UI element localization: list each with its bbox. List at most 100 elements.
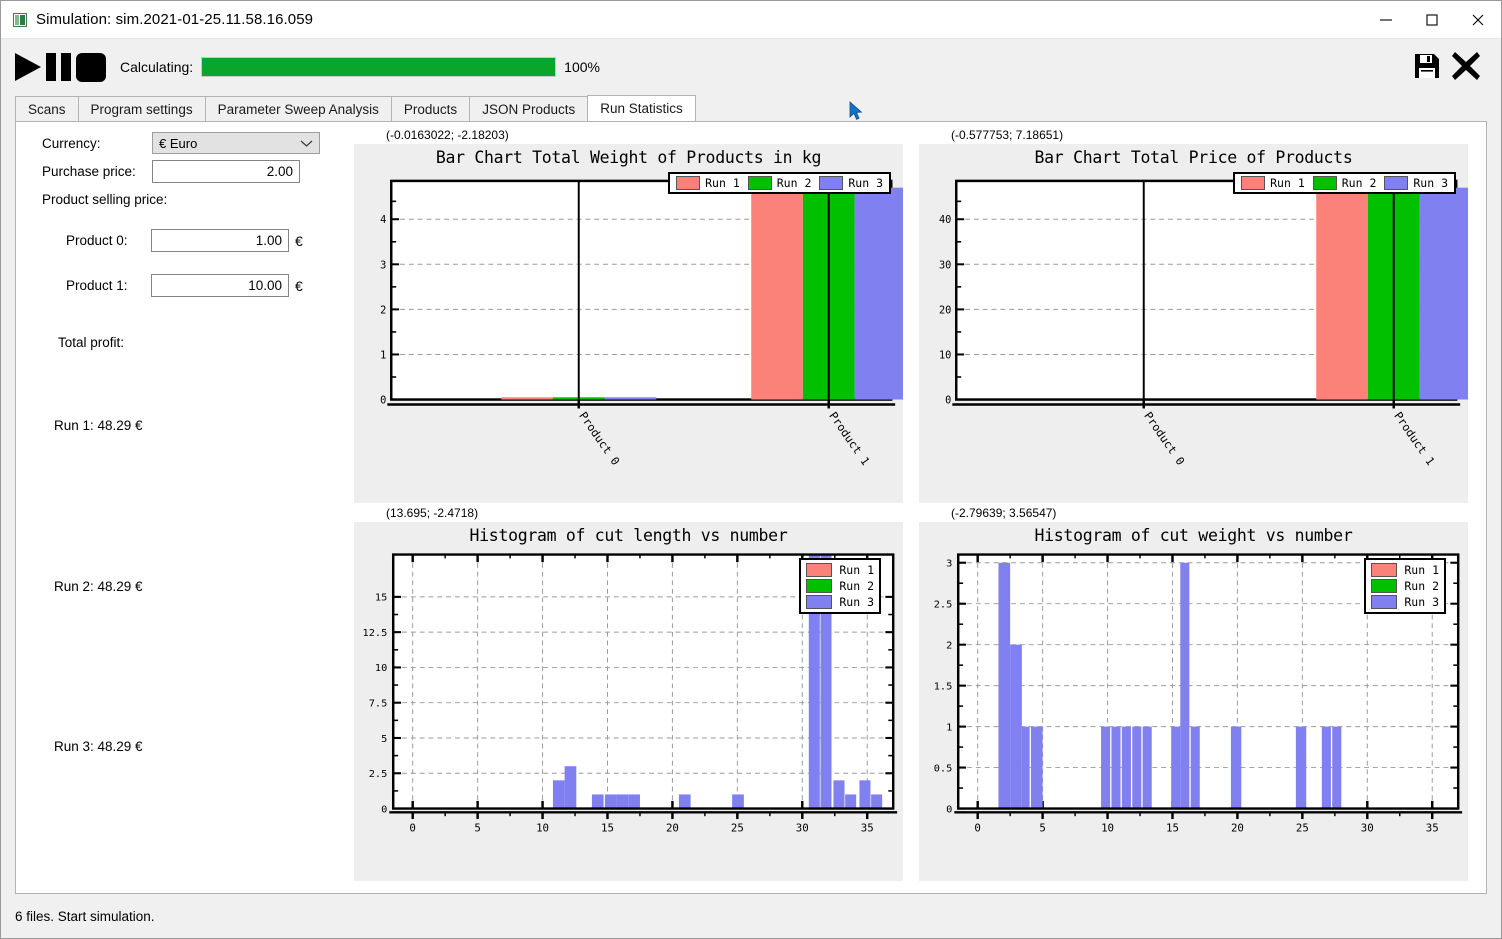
purchase-price-input[interactable]: 2.00 [152, 160, 300, 183]
currency-select[interactable]: € Euro [152, 132, 320, 154]
currency-label: Currency: [42, 135, 101, 151]
svg-text:20: 20 [1231, 822, 1244, 835]
product-0-currency-symbol: € [295, 232, 303, 249]
tab-strip: Scans Program settings Parameter Sweep Ana… [1, 95, 1501, 121]
svg-text:30: 30 [796, 822, 809, 835]
svg-text:Product 0: Product 0 [576, 409, 623, 468]
chevron-down-icon [300, 136, 313, 151]
legend-item: Run 3 [1382, 176, 1450, 190]
tab-json-products[interactable]: JSON Products [469, 96, 589, 121]
product-0-price-input[interactable]: 1.00 [151, 229, 289, 252]
status-text: 6 files. Start simulation. [15, 908, 155, 924]
product-1-price-input[interactable]: 10.00 [151, 274, 289, 297]
svg-text:1.5: 1.5 [934, 682, 953, 693]
svg-text:3: 3 [946, 559, 952, 570]
stop-icon[interactable] [76, 52, 106, 82]
legend-label: Run 3 [848, 176, 883, 190]
legend-item: Run 1 [806, 563, 874, 577]
tab-scans[interactable]: Scans [15, 96, 79, 121]
tab-label: Products [403, 101, 458, 117]
svg-text:3: 3 [380, 259, 386, 271]
legend-label: Run 2 [1404, 579, 1439, 593]
legend-swatch [676, 176, 701, 190]
legend-item: Run 3 [806, 595, 874, 609]
tab-program-settings[interactable]: Program settings [77, 96, 206, 121]
chart-legend: Run 1 Run 2 Run 3 [1364, 558, 1446, 614]
legend-label: Run 1 [1270, 176, 1305, 190]
legend-swatch [1371, 579, 1398, 593]
svg-text:0: 0 [381, 804, 387, 815]
product-selling-price-label: Product selling price: [42, 192, 168, 207]
chart-bar-weight[interactable]: (-0.0163022; -2.18203) Bar Chart Total We… [346, 127, 911, 505]
plot-area[interactable]: Bar Chart Total Weight of Products in kg… [354, 144, 903, 503]
plot-area[interactable]: Histogram of cut weight vs number 0 5 10 15 2… [919, 522, 1468, 881]
product-1-row: Product 1: 10.00 € [16, 274, 346, 297]
legend-swatch [747, 176, 772, 190]
svg-text:Product 1: Product 1 [826, 409, 873, 468]
svg-text:10: 10 [536, 822, 549, 835]
legend-item: Run 1 [674, 176, 742, 190]
svg-text:2.5: 2.5 [369, 769, 388, 780]
chart-legend: Run 1 Run 2 Run 3 [799, 558, 881, 614]
progress-bar-fill [202, 58, 556, 76]
status-bar: 6 files. Start simulation. [1, 894, 1501, 938]
legend-item: Run 1 [1239, 176, 1307, 190]
legend-item: Run 3 [817, 176, 885, 190]
tab-run-statistics[interactable]: Run Statistics [587, 95, 696, 121]
legend-label: Run 1 [1404, 563, 1439, 577]
plot-area[interactable]: Histogram of cut length vs number 0 5 10 15 2… [354, 522, 903, 881]
svg-text:2: 2 [380, 304, 386, 316]
chart-coordinate-readout: (-2.79639; 3.56547) [951, 506, 1057, 520]
svg-text:10: 10 [375, 663, 387, 674]
svg-text:25: 25 [731, 822, 744, 835]
chart-coordinate-readout: (13.695; -2.4718) [386, 506, 479, 520]
legend-item: Run 2 [1311, 176, 1379, 190]
chart-coordinate-readout: (-0.0163022; -2.18203) [386, 128, 509, 142]
play-icon[interactable] [15, 53, 41, 81]
tab-parameter-sweep-analysis[interactable]: Parameter Sweep Analysis [204, 96, 392, 121]
product-1-label: Product 1: [66, 278, 128, 293]
legend-label: Run 1 [705, 176, 740, 190]
pause-icon[interactable] [46, 53, 71, 81]
total-profit-label: Total profit: [58, 335, 125, 350]
maximize-icon[interactable] [1409, 1, 1455, 38]
chart-legend: Run 1 Run 2 Run 3 [1233, 172, 1456, 194]
svg-text:30: 30 [939, 259, 951, 271]
legend-swatch [806, 563, 833, 577]
svg-text:5: 5 [381, 734, 387, 745]
legend-swatch [1241, 176, 1266, 190]
purchase-price-label: Purchase price: [42, 164, 136, 179]
chart-hist-cut-weight[interactable]: (-2.79639; 3.56547) Histogram of cut weig… [911, 505, 1476, 883]
chart-bar-price[interactable]: (-0.577753; 7.18651) Bar Chart Total Pric… [911, 127, 1476, 505]
svg-text:15: 15 [601, 822, 614, 835]
toolbar: Calculating: 100% [1, 39, 1501, 95]
currency-selected-value: € Euro [159, 135, 198, 151]
svg-text:35: 35 [1426, 822, 1439, 835]
svg-text:0: 0 [945, 394, 951, 406]
simulation-window: Simulation: sim.2021-01-25.11.58.16.059 … [0, 0, 1502, 939]
minimize-icon[interactable] [1363, 1, 1409, 38]
tab-content-run-statistics: Currency: € Euro Purchase price: 2.00 Pr… [15, 121, 1487, 894]
svg-text:0: 0 [380, 394, 386, 406]
legend-swatch [1384, 176, 1409, 190]
svg-text:1: 1 [380, 349, 386, 361]
bold-x-icon[interactable] [1451, 51, 1481, 84]
window-controls [1363, 1, 1501, 38]
legend-swatch [806, 579, 833, 593]
legend-swatch [1371, 595, 1398, 609]
plot-area[interactable]: Bar Chart Total Price of Products 0 10 20 30… [919, 144, 1468, 503]
tab-label: JSON Products [482, 101, 576, 117]
legend-label: Run 2 [839, 579, 874, 593]
chart-title: Bar Chart Total Weight of Products in kg [435, 148, 822, 167]
svg-text:2: 2 [946, 641, 952, 652]
toolbar-right-actions [1413, 51, 1487, 84]
close-icon[interactable] [1455, 1, 1501, 38]
tab-products[interactable]: Products [390, 96, 471, 121]
product-0-label: Product 0: [66, 233, 128, 248]
product-1-currency-symbol: € [295, 277, 303, 294]
save-icon[interactable] [1413, 52, 1441, 83]
calculating-label: Calculating: [120, 59, 194, 75]
chart-hist-cut-length[interactable]: (13.695; -2.4718) Histogram of cut length… [346, 505, 911, 883]
svg-text:15: 15 [1166, 822, 1179, 835]
legend-swatch [819, 176, 844, 190]
